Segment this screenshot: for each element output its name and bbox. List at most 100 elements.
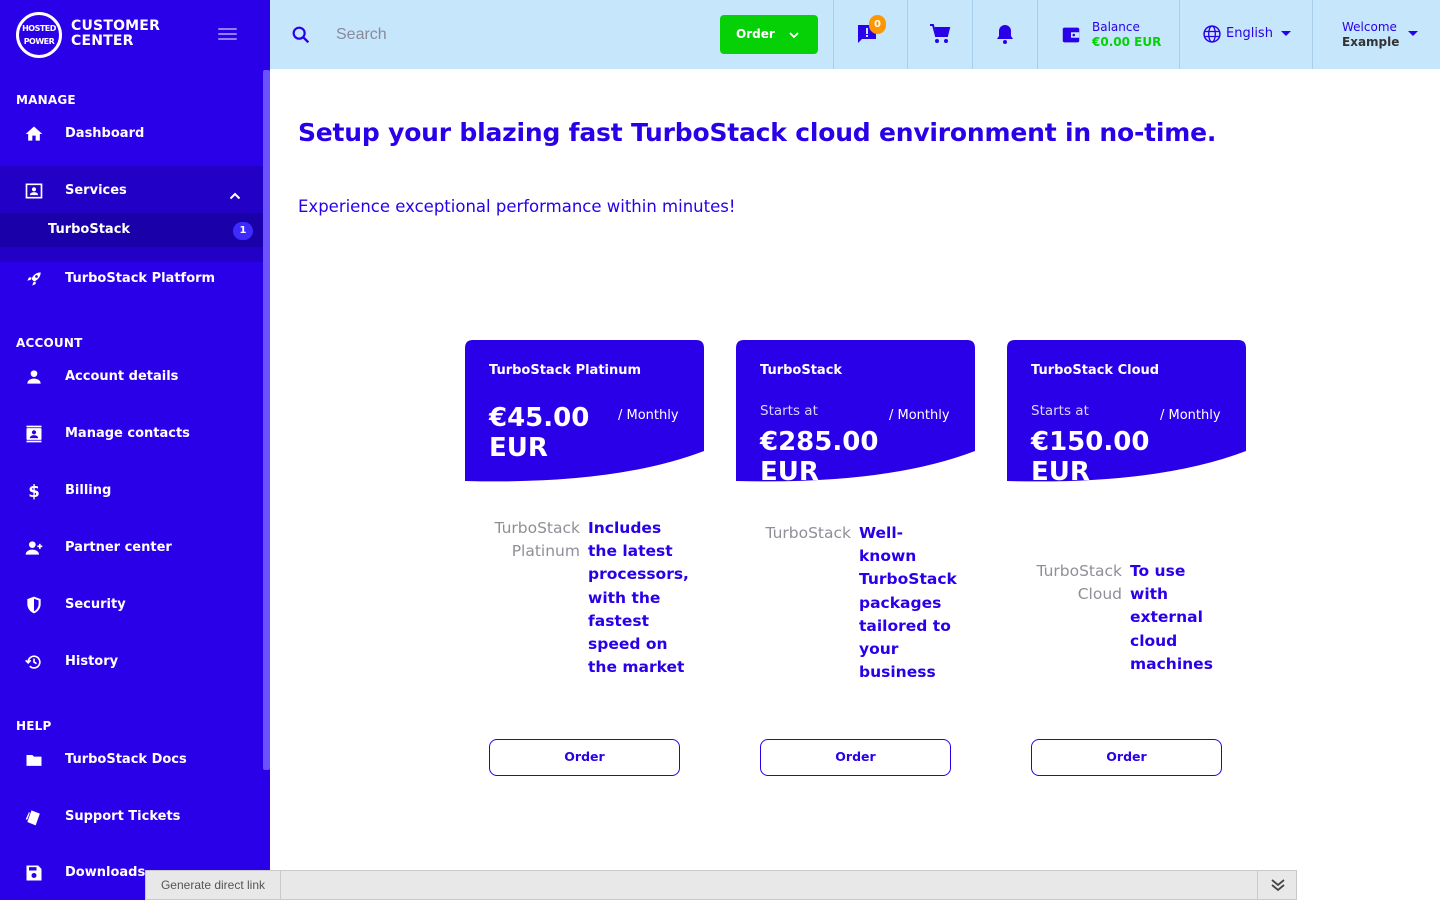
plan-currency: EUR <box>489 433 548 463</box>
plan-desc-label: TurboStack Platinum <box>480 517 580 563</box>
plan-card-header: TurboStack Starts at / Monthly €285.00 E… <box>736 340 975 487</box>
plan-name: TurboStack Platinum <box>489 363 642 378</box>
plan-description: To use with external cloud machines <box>1130 560 1240 676</box>
plan-description-line: processors, <box>588 565 689 584</box>
plan-starts-at: Starts at <box>1031 403 1089 419</box>
sidebar-item-label: Partner center <box>65 540 172 555</box>
sidebar-item-support-tickets[interactable]: Support Tickets <box>0 797 263 837</box>
sidebar-item-turbostack-platform[interactable]: TurboStack Platform <box>0 259 263 299</box>
sidebar-item-history[interactable]: History <box>0 642 263 682</box>
welcome-label: Welcome <box>1342 20 1397 34</box>
sidebar-subitem-turbostack[interactable]: TurboStack 1 <box>0 213 263 247</box>
sidebar-item-label: Billing <box>65 483 112 498</box>
plan-description-line: known <box>859 547 917 566</box>
sidebar-group-services: Services TurboStack 1 <box>0 166 263 262</box>
home-icon <box>25 126 43 141</box>
sidebar: HOSTED POWER CUSTOMER CENTER MANAGE Dash… <box>0 0 270 900</box>
plan-desc-label: TurboStack Cloud <box>1022 560 1122 606</box>
sidebar-item-security[interactable]: Security <box>0 585 263 625</box>
generate-direct-link-button[interactable]: Generate direct link <box>146 871 281 899</box>
bell-icon[interactable] <box>993 22 1017 46</box>
brand-name: CUSTOMER CENTER <box>71 18 161 49</box>
plan-desc-label-line: TurboStack <box>494 519 580 537</box>
user-menu[interactable]: Welcome Example <box>1342 0 1432 69</box>
plan-order-button[interactable]: Order <box>1031 739 1222 776</box>
wallet-icon <box>1062 27 1080 43</box>
plan-description-line: tailored to <box>859 616 951 635</box>
brand[interactable]: HOSTED POWER CUSTOMER CENTER <box>16 12 246 60</box>
page-title: Setup your blazing fast TurboStack cloud… <box>298 118 1217 147</box>
plan-description-line: speed on <box>588 635 668 654</box>
brand-logo: HOSTED POWER <box>16 12 62 58</box>
plan-price: €150.00 <box>1031 427 1150 457</box>
plan-period: / Monthly <box>618 408 679 423</box>
collapse-toolbar-button[interactable] <box>1257 871 1297 899</box>
brand-logo-text: HOSTED POWER <box>22 24 56 46</box>
sidebar-item-label: History <box>65 654 119 669</box>
section-title-help: HELP <box>16 719 52 733</box>
plan-description-line: the market <box>588 658 685 677</box>
sidebar-item-label: Services <box>65 183 127 198</box>
plan-description: Includes the latest processors, with the… <box>588 517 698 679</box>
sidebar-item-turbostack-docs[interactable]: TurboStack Docs <box>0 740 263 780</box>
topbar: Order 0 Balance €0.00 EUR English Welcom… <box>270 0 1440 69</box>
sidebar-item-dashboard[interactable]: Dashboard <box>0 114 263 154</box>
plan-name: TurboStack <box>760 363 843 378</box>
sidebar-item-label: Dashboard <box>65 126 145 141</box>
sidebar-item-manage-contacts[interactable]: Manage contacts <box>0 414 263 454</box>
search-input[interactable] <box>334 22 714 48</box>
plan-description-line: fastest <box>588 611 649 630</box>
sidebar-item-account-details[interactable]: Account details <box>0 357 263 397</box>
plan-description-line: packages <box>859 593 942 612</box>
sidebar-item-label: Support Tickets <box>65 809 181 824</box>
section-title-manage: MANAGE <box>16 93 76 107</box>
order-button-label: Order <box>736 27 775 41</box>
plan-card-header: TurboStack Cloud Starts at / Monthly €15… <box>1007 340 1246 487</box>
topbar-divider <box>1312 0 1313 69</box>
search-icon[interactable] <box>290 24 312 46</box>
topbar-divider <box>1037 0 1038 69</box>
sidebar-item-label: Account details <box>65 369 179 384</box>
plan-description-line: machines <box>1130 654 1213 673</box>
chevron-up-icon <box>229 192 241 200</box>
notification-count-badge: 0 <box>869 15 886 34</box>
plan-desc-label-line: Platinum <box>511 542 580 560</box>
language-selector[interactable]: English <box>1200 0 1300 69</box>
rocket-icon <box>27 272 41 286</box>
sidebar-scrollbar[interactable] <box>263 70 270 770</box>
balance-value: €0.00 EUR <box>1092 35 1162 49</box>
plan-price: €285.00 <box>760 427 879 457</box>
sidebar-item-label: Downloads <box>65 865 146 880</box>
cart-icon[interactable] <box>928 22 952 46</box>
plan-description-line: external <box>1130 608 1203 627</box>
sidebar-item-billing[interactable]: $ Billing <box>0 471 263 511</box>
svg-text:$: $ <box>28 482 40 501</box>
order-dropdown-button[interactable]: Order <box>720 15 818 54</box>
menu-toggle-icon[interactable] <box>218 28 237 40</box>
sidebar-item-label: Security <box>65 597 126 612</box>
plan-description-line: Includes <box>588 519 662 537</box>
contacts-icon <box>26 425 42 443</box>
plan-description-line: Well- <box>859 524 904 542</box>
person-add-icon <box>25 541 43 555</box>
globe-icon <box>1203 25 1221 43</box>
plan-period: / Monthly <box>1160 408 1221 423</box>
topbar-divider <box>907 0 908 69</box>
plan-order-button[interactable]: Order <box>489 739 680 776</box>
sidebar-item-services[interactable]: Services <box>0 171 263 211</box>
plan-currency: EUR <box>760 457 819 487</box>
caret-down-icon <box>1408 31 1418 36</box>
plan-order-button[interactable]: Order <box>760 739 951 776</box>
sidebar-item-label: TurboStack Platform <box>65 271 216 286</box>
plan-card-header: TurboStack Platinum / Monthly €45.00 EUR <box>465 340 704 486</box>
language-label: English <box>1226 26 1273 41</box>
topbar-divider <box>1179 0 1180 69</box>
folder-icon <box>26 755 42 766</box>
save-icon <box>26 865 42 881</box>
balance-widget[interactable]: Balance €0.00 EUR <box>1058 0 1188 69</box>
plan-desc-label: TurboStack <box>751 522 851 545</box>
sidebar-item-partner-center[interactable]: Partner center <box>0 528 263 568</box>
plan-currency: EUR <box>1031 457 1090 487</box>
sidebar-item-label: Manage contacts <box>65 426 190 441</box>
plan-desc-label-line: Cloud <box>1077 585 1122 603</box>
